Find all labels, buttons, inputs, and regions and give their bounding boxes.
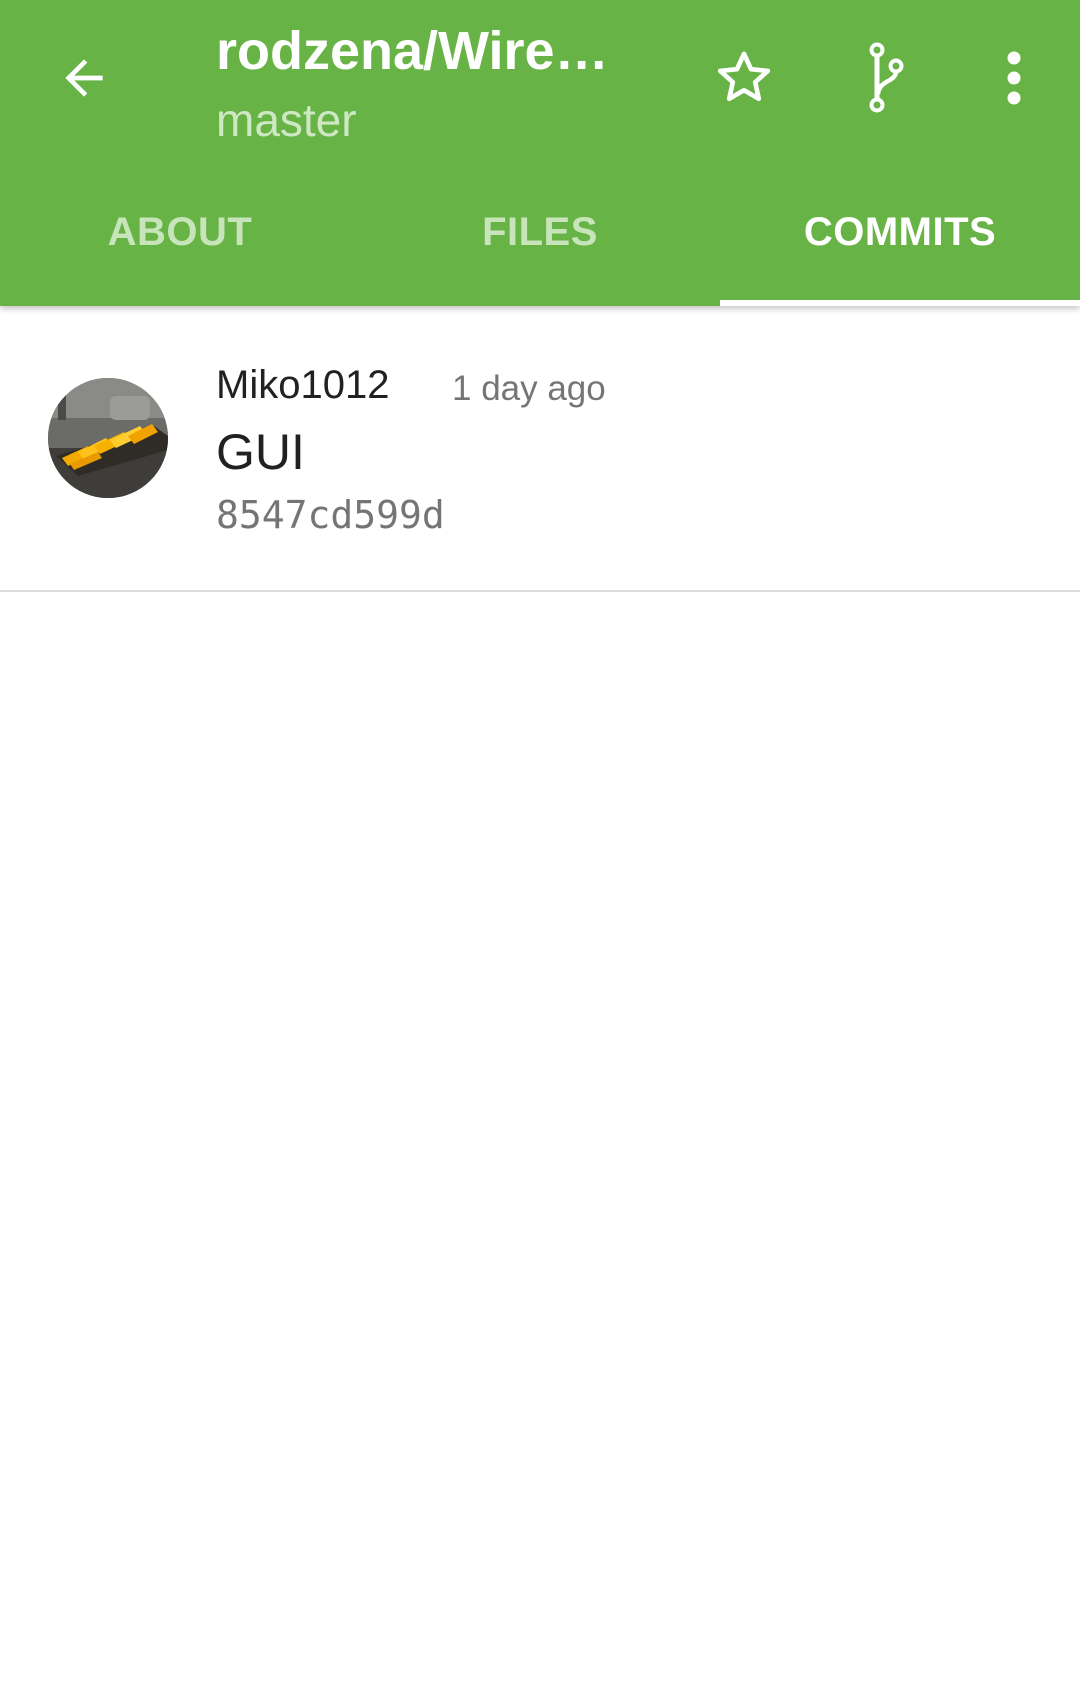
commit-row[interactable]: Miko1012 1 day ago GUI 8547cd599d <box>0 306 1080 592</box>
more-vert-icon <box>1007 51 1021 105</box>
toolbar: rodzena/Wire… master <box>0 0 1080 160</box>
git-branch-icon <box>869 42 904 113</box>
more-options-button[interactable] <box>966 30 1062 126</box>
tab-bar: ABOUT FILES COMMITS <box>0 180 1080 306</box>
avatar[interactable] <box>48 378 168 498</box>
arrow-back-icon <box>65 59 103 97</box>
repo-title: rodzena/Wire… <box>216 21 609 81</box>
commit-author: Miko1012 <box>216 363 390 407</box>
commit-message: GUI <box>216 424 305 480</box>
star-button[interactable] <box>696 30 792 126</box>
tab-commits[interactable]: COMMITS <box>720 180 1080 306</box>
branch-subtitle: master <box>216 94 357 146</box>
avatar-image <box>48 378 168 498</box>
commit-sha: 8547cd599d <box>216 493 445 537</box>
tab-about[interactable]: ABOUT <box>0 180 360 306</box>
branch-button[interactable] <box>839 30 935 126</box>
tab-files[interactable]: FILES <box>360 180 720 306</box>
commit-time: 1 day ago <box>452 369 606 408</box>
app-bar: rodzena/Wire… master ABOUT FILES COMMITS <box>0 0 1080 306</box>
commit-list: Miko1012 1 day ago GUI 8547cd599d <box>0 306 1080 592</box>
star-outline-icon <box>717 51 771 102</box>
back-button[interactable] <box>36 30 132 126</box>
